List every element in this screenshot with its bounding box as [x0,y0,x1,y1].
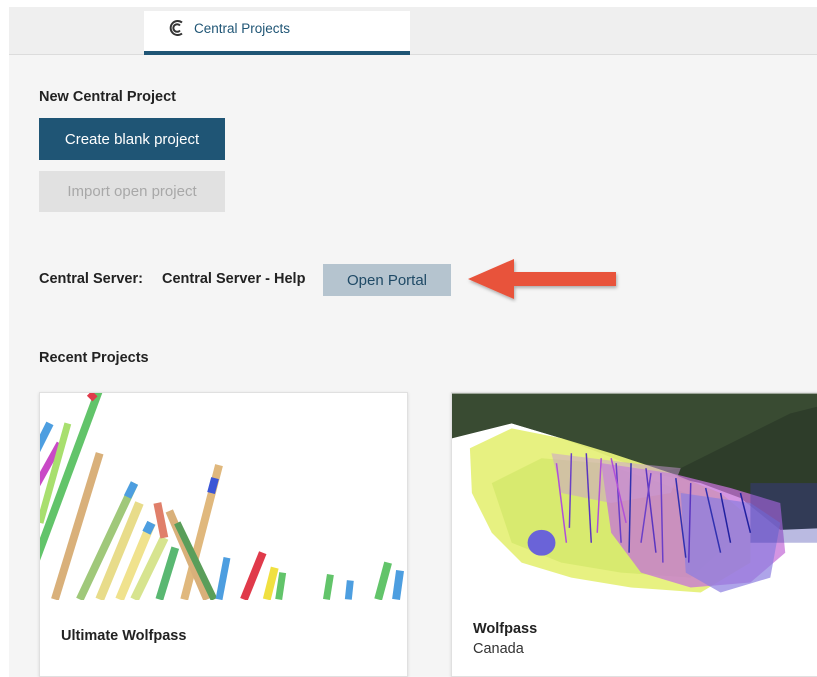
central-server-label: Central Server: [39,271,143,287]
tab-bar: Central Projects [9,7,817,55]
central-logo-icon [169,20,183,36]
central-server-name: Central Server - Help [162,271,306,287]
tab-label: Central Projects [194,21,291,36]
tab-central-projects[interactable]: Central Projects [144,11,410,55]
project-card-wolfpass[interactable]: Wolfpass Canada [451,392,817,677]
recent-projects-heading: Recent Projects [39,350,149,366]
project-thumbnail-geology [452,393,817,600]
open-portal-button[interactable]: Open Portal [323,264,451,296]
project-name: Wolfpass [473,621,538,637]
annotation-arrow-icon [468,259,616,299]
create-blank-project-button[interactable]: Create blank project [39,118,225,160]
project-thumbnail-drillholes [40,393,407,600]
project-name: Ultimate Wolfpass [61,628,187,644]
project-location: Canada [473,641,524,657]
central-projects-page: Central Projects New Central Project Cre… [9,7,817,677]
import-open-project-button: Import open project [39,171,225,212]
new-project-heading: New Central Project [39,89,176,105]
project-card-ultimate-wolfpass[interactable]: Ultimate Wolfpass [39,392,408,677]
